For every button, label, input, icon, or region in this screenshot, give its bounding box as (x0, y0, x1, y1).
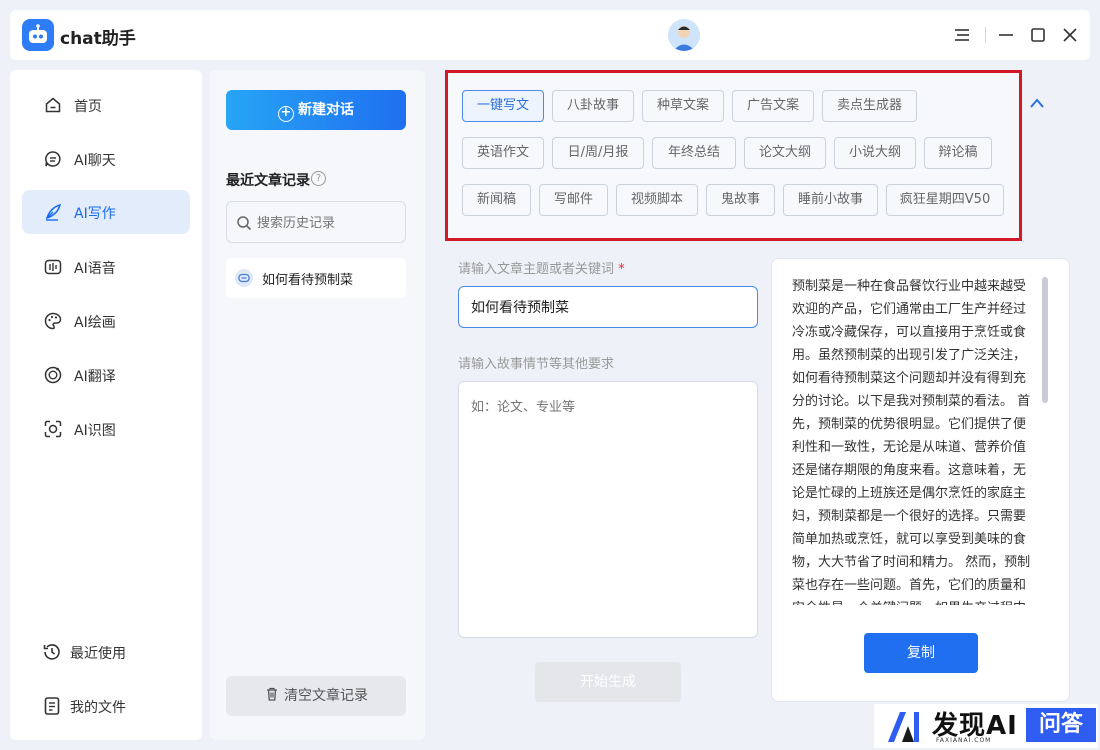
watermark-badge: 问答 (1026, 708, 1096, 742)
tag-button[interactable]: 广告文案 (732, 90, 814, 122)
history-item[interactable]: 如何看待预制菜 (226, 258, 406, 298)
menu-icon[interactable] (950, 23, 974, 47)
chat-bubble-icon (235, 269, 253, 287)
chevron-up-icon[interactable] (1028, 96, 1046, 110)
tag-button[interactable]: 种草文案 (642, 90, 724, 122)
nav-label-ai-chat: AI聊天 (74, 153, 116, 169)
history-panel: +新建对话 最近文章记录 ? 如何看待预制菜 清空文章记录 (210, 70, 425, 740)
tag-button[interactable]: 睡前小故事 (783, 184, 878, 216)
app-logo-icon (22, 19, 54, 51)
tag-button[interactable]: 年终总结 (652, 137, 736, 169)
nav-label-ai-voice: AI语音 (74, 261, 116, 277)
copy-button[interactable]: 复制 (864, 633, 978, 673)
search-icon (237, 216, 252, 231)
nav-item-home[interactable]: 首页 (22, 83, 190, 127)
nav-label-ai-painting: AI绘画 (74, 315, 116, 331)
voice-icon (44, 259, 62, 275)
extra-requirements-textarea[interactable] (458, 381, 758, 638)
nav-label-my-files: 我的文件 (70, 700, 126, 716)
template-tag-panel: 一键写文 八卦故事 种草文案 广告文案 卖点生成器 英语作文 日/周/月报 年终… (445, 70, 1022, 241)
help-icon[interactable]: ? (311, 171, 326, 186)
tag-button[interactable]: 一键写文 (462, 90, 544, 122)
topic-input[interactable] (458, 286, 758, 328)
tag-button[interactable]: 日/周/月报 (552, 137, 644, 169)
maximize-icon[interactable] (1026, 23, 1050, 47)
tag-button[interactable]: 小说大纲 (834, 137, 916, 169)
app-title: chat助手 (60, 29, 136, 49)
history-search-input[interactable] (257, 212, 397, 234)
result-text: 预制菜是一种在食品餐饮行业中越来越受欢迎的产品，它们通常由工厂生产并经过冷冻或冷… (792, 279, 1031, 605)
watermark-logo: 发现AI FAXIANAI.COM 问答 (874, 704, 1098, 748)
tag-button[interactable]: 八卦故事 (552, 90, 634, 122)
nav-item-ai-translate[interactable]: AI翻译 (22, 353, 190, 397)
new-chat-label: 新建对话 (298, 102, 354, 118)
history-icon (43, 644, 60, 660)
nav-label-recent: 最近使用 (70, 646, 126, 662)
nav-item-ai-image-recognition[interactable]: AI识图 (22, 407, 190, 451)
tag-button[interactable]: 写邮件 (539, 184, 608, 216)
tag-button[interactable]: 辩论稿 (924, 137, 992, 169)
watermark-url: FAXIANAI.COM (936, 737, 992, 744)
nav-label-home: 首页 (74, 99, 102, 115)
nav-item-ai-chat[interactable]: AI聊天 (22, 137, 190, 181)
nav-label-ai-image-recognition: AI识图 (74, 423, 116, 439)
clear-records-label: 清空文章记录 (284, 688, 368, 704)
tag-button[interactable]: 论文大纲 (744, 137, 826, 169)
minimize-icon[interactable] (994, 23, 1018, 47)
result-scrollbar[interactable] (1042, 277, 1048, 403)
tag-button[interactable]: 英语作文 (462, 137, 544, 169)
home-icon (45, 97, 61, 113)
tag-button[interactable]: 视频脚本 (616, 184, 698, 216)
tag-button[interactable]: 疯狂星期四V50 (886, 184, 1004, 216)
palette-icon (44, 312, 62, 330)
new-chat-button[interactable]: + 新建对话 (226, 90, 406, 130)
nav-item-ai-writing[interactable]: AI写作 (22, 190, 190, 234)
nav-item-ai-voice[interactable]: AI语音 (22, 245, 190, 289)
tag-button[interactable]: 卖点生成器 (822, 90, 917, 122)
plus-circle-icon: + (278, 106, 294, 122)
result-card: 预制菜是一种在食品餐饮行业中越来越受欢迎的产品，它们通常由工厂生产并经过冷冻或冷… (771, 258, 1070, 702)
generate-button[interactable]: 开始生成 (535, 662, 681, 702)
required-mark: * (618, 262, 625, 277)
nav-label-ai-writing: AI写作 (74, 206, 116, 222)
tag-button[interactable]: 鬼故事 (706, 184, 775, 216)
trash-icon (267, 687, 277, 701)
close-icon[interactable] (1058, 23, 1082, 47)
title-bar: chat助手 (10, 10, 1090, 60)
file-icon (44, 697, 60, 715)
recent-records-title: 最近文章记录 (226, 173, 310, 189)
sidebar: 首页 AI聊天 AI写作 AI语音 AI绘画 AI翻译 AI识图 最近使用 我的… (10, 70, 202, 740)
topic-label: 请输入文章主题或者关键词 * (458, 258, 625, 277)
extra-requirements-label: 请输入故事情节等其他要求 (458, 357, 615, 372)
nav-label-ai-translate: AI翻译 (74, 369, 116, 385)
nav-item-my-files[interactable]: 我的文件 (18, 684, 186, 728)
nav-item-ai-painting[interactable]: AI绘画 (22, 299, 190, 343)
clear-records-button[interactable]: 清空文章记录 (226, 676, 406, 716)
nav-item-recent[interactable]: 最近使用 (18, 630, 186, 674)
brand-mark-icon (888, 712, 919, 742)
topic-label-text: 请输入文章主题或者关键词 (458, 262, 615, 277)
translate-icon (44, 366, 62, 384)
history-item-label: 如何看待预制菜 (262, 273, 354, 288)
tag-button[interactable]: 新闻稿 (462, 184, 531, 216)
chat-icon (45, 151, 61, 167)
history-search-box[interactable] (226, 201, 406, 243)
scan-icon (44, 420, 62, 438)
pen-icon (45, 203, 62, 221)
user-avatar[interactable] (668, 19, 700, 51)
divider (985, 27, 986, 43)
